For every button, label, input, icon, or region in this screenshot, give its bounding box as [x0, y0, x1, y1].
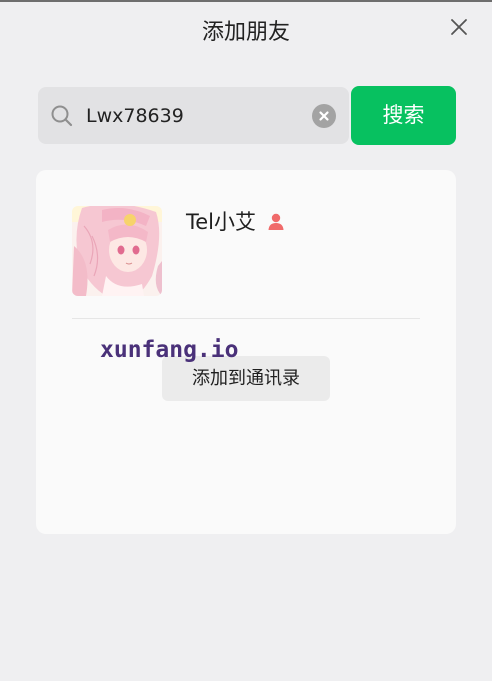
window-title: 添加朋友 [201, 20, 290, 45]
close-button[interactable] [446, 14, 472, 40]
watermark-text: xunfang.io [100, 337, 239, 363]
search-input[interactable] [86, 97, 301, 134]
clear-icon [319, 111, 329, 121]
anime-avatar-image [72, 206, 162, 296]
female-icon [268, 213, 284, 230]
clear-search-button[interactable] [312, 104, 336, 128]
search-result-card: Tel小艾 [36, 170, 456, 534]
search-box[interactable] [38, 87, 349, 144]
search-icon [51, 105, 73, 127]
avatar[interactable] [72, 206, 162, 296]
window-top-border [0, 0, 492, 2]
contact-nickname: Tel小艾 [186, 210, 257, 234]
close-icon [451, 19, 467, 35]
card-divider [72, 318, 420, 319]
search-button[interactable]: 搜索 [351, 86, 456, 145]
